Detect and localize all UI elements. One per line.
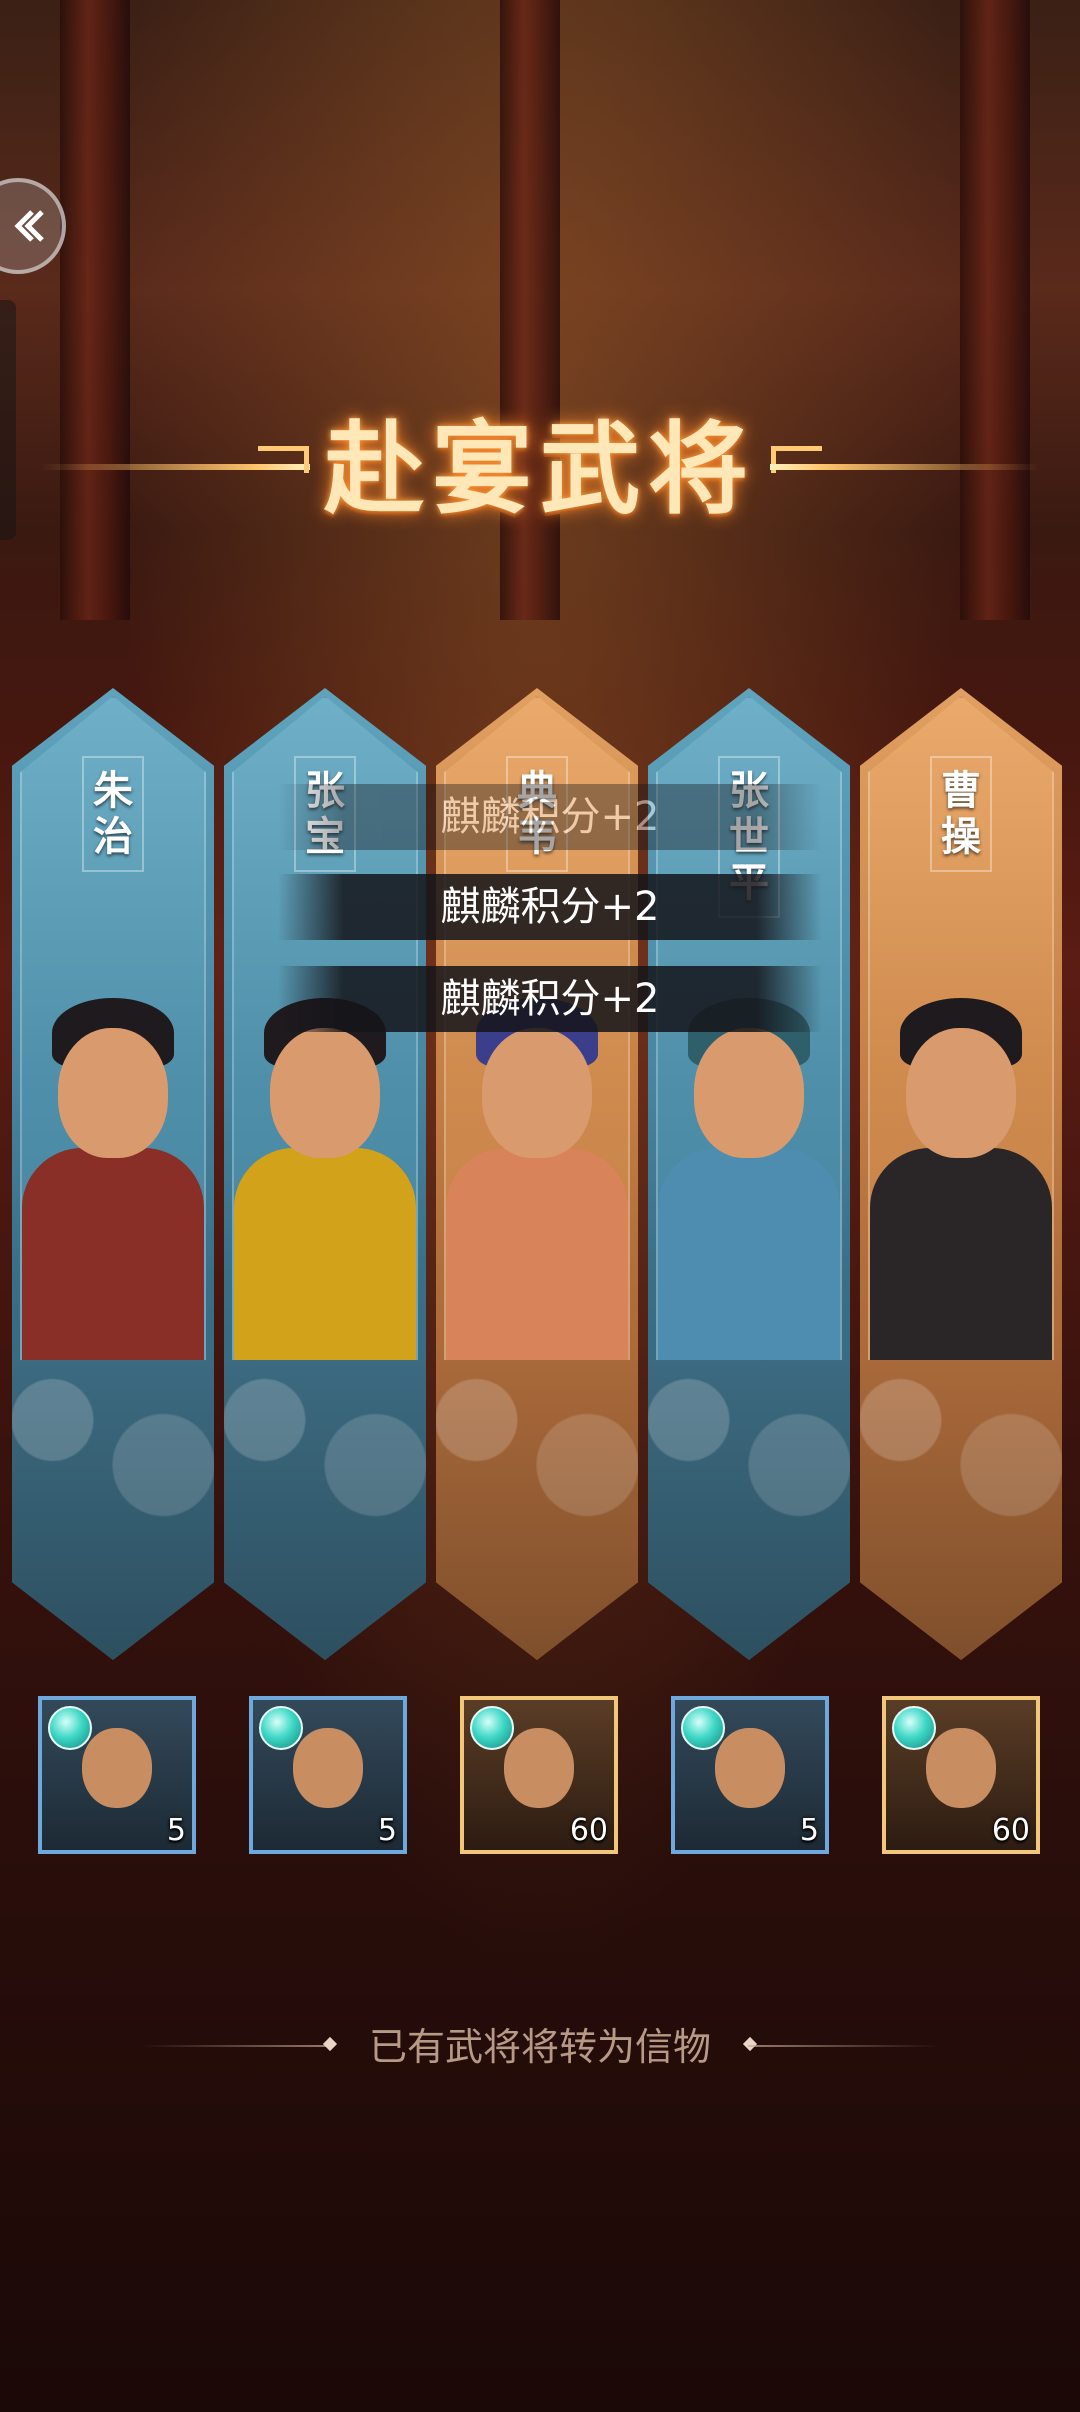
general-thumb-zhangbao[interactable]: 5	[249, 1696, 407, 1854]
token-count: 60	[569, 1813, 608, 1848]
divider-line	[748, 2045, 938, 2047]
wave-pattern	[436, 1360, 638, 1660]
general-avatar	[504, 1728, 574, 1808]
page-title: 赴宴武将	[324, 410, 756, 528]
token-count: 5	[166, 1813, 186, 1848]
general-thumbnails: 5 5 60 5 60	[0, 1696, 1080, 1856]
general-name: 曹操	[930, 756, 992, 872]
gem-icon	[259, 1706, 303, 1750]
reward-toast: 麒麟积分+2	[278, 784, 822, 850]
wave-pattern	[224, 1360, 426, 1660]
back-arrow-icon	[14, 210, 44, 242]
wave-pattern	[648, 1360, 850, 1660]
token-count: 5	[377, 1813, 397, 1848]
general-avatar	[926, 1728, 996, 1808]
conversion-note: 已有武将将转为信物	[368, 2025, 711, 2069]
general-thumb-caocao[interactable]: 60	[882, 1696, 1040, 1854]
title-decoration-right	[770, 464, 1040, 470]
general-card-caocao[interactable]: 曹操	[860, 688, 1062, 1660]
general-thumb-zhuzhi[interactable]: 5	[38, 1696, 196, 1854]
wave-pattern	[860, 1360, 1062, 1660]
token-count: 5	[799, 1813, 819, 1848]
gem-icon	[892, 1706, 936, 1750]
general-thumb-dianwei[interactable]: 60	[460, 1696, 618, 1854]
general-avatar	[715, 1728, 785, 1808]
general-avatar	[293, 1728, 363, 1808]
general-card-zhuzhi[interactable]: 朱治	[12, 688, 214, 1660]
gem-icon	[681, 1706, 725, 1750]
wave-pattern	[12, 1360, 214, 1660]
general-name: 朱治	[82, 756, 144, 872]
general-thumb-zhangshiping[interactable]: 5	[671, 1696, 829, 1854]
gem-icon	[470, 1706, 514, 1750]
reward-toast: 麒麟积分+2	[278, 874, 822, 940]
reward-toast: 麒麟积分+2	[278, 966, 822, 1032]
general-avatar	[82, 1728, 152, 1808]
token-count: 60	[991, 1813, 1030, 1848]
gem-icon	[48, 1706, 92, 1750]
